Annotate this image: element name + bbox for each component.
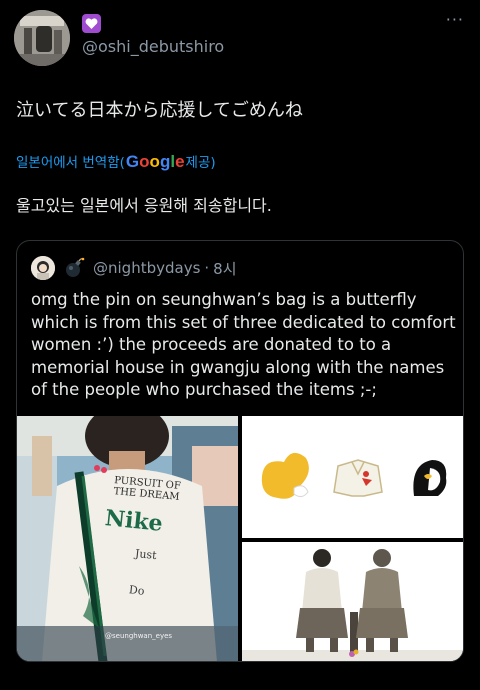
- translation-attribution[interactable]: 일본어에서 번역함( Google 제공): [16, 151, 216, 172]
- bomb-icon: [66, 257, 85, 277]
- quoted-tweet-text: omg the pin on seunghwan’s bag is a butt…: [31, 290, 456, 399]
- user-avatar[interactable]: [14, 10, 70, 66]
- google-logo: Google: [125, 152, 185, 171]
- photo-person-back[interactable]: PURSUIT OF THE DREAM Nike Just Do @seung…: [17, 416, 238, 661]
- quoted-tweet-header: @nightbydays · 8시: [31, 255, 237, 281]
- translated-text: 울고있는 일본에서 응원해 죄송합니다.: [16, 196, 272, 215]
- quoted-tweet[interactable]: @nightbydays · 8시 omg the pin on seunghw…: [16, 240, 464, 662]
- photo-three-pins[interactable]: [242, 416, 463, 538]
- quoted-handle[interactable]: @nightbydays: [93, 259, 200, 277]
- quoted-avatar[interactable]: [31, 256, 55, 280]
- quoted-timestamp[interactable]: 8시: [213, 258, 236, 279]
- shirt-word-do: Do: [128, 583, 146, 598]
- quoted-separator: ·: [204, 259, 210, 277]
- shirt-word-just: Just: [134, 546, 158, 563]
- heart-badge-icon: [82, 14, 101, 33]
- translation-prefix: 일본어에서 번역함(: [16, 155, 125, 171]
- media-grid: PURSUIT OF THE DREAM Nike Just Do @seung…: [17, 416, 463, 661]
- avatar-image: [14, 10, 70, 66]
- user-handle[interactable]: @oshi_debutshiro: [82, 37, 224, 56]
- photo-statues[interactable]: [242, 542, 463, 661]
- tweet-text: 泣いてる日本から応援してごめんね: [16, 100, 303, 121]
- translation-suffix: 제공): [185, 155, 216, 171]
- photo-watermark: @seunghwan_eyes: [105, 632, 173, 640]
- more-icon[interactable]: ···: [446, 10, 464, 29]
